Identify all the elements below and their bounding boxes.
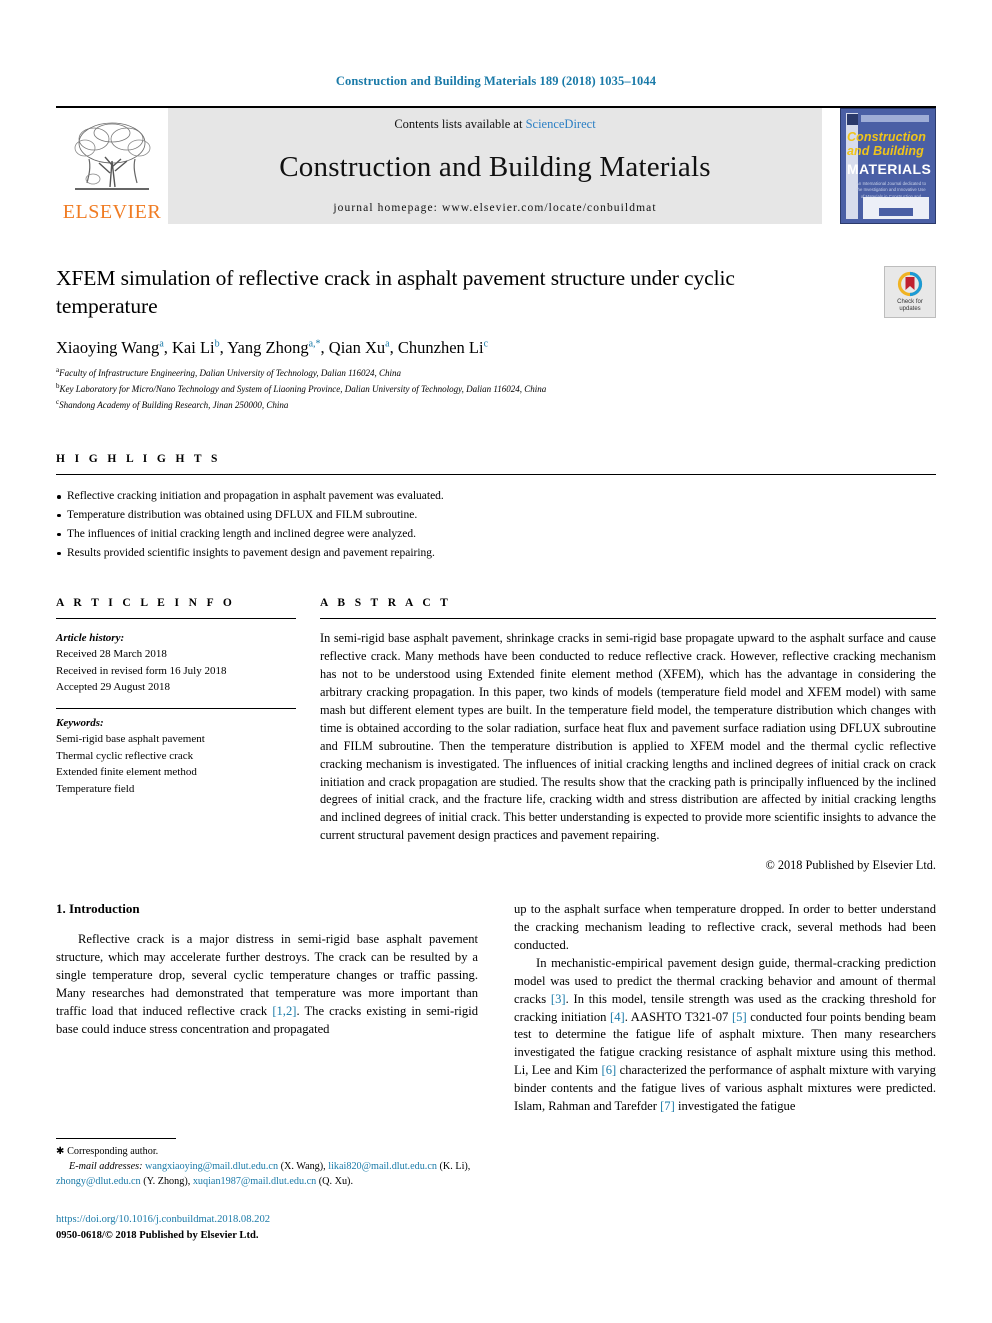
email-note: E-mail addresses: wangxiaoying@mail.dlut…	[56, 1160, 471, 1187]
divider	[56, 1138, 176, 1139]
paragraph: Reflective crack is a major distress in …	[56, 932, 479, 1036]
journal-title: Construction and Building Materials	[279, 150, 711, 183]
email-link[interactable]: wangxiaoying@mail.dlut.edu.cn	[145, 1161, 278, 1172]
page-title: XFEM simulation of reflective crack in a…	[56, 266, 735, 319]
cover-title-line3: MATERIALS	[847, 161, 932, 177]
citation-ref[interactable]: [1,2]	[272, 1004, 296, 1018]
elsevier-wordmark: ELSEVIER	[62, 201, 162, 223]
journal-homepage-link[interactable]: journal homepage: www.elsevier.com/locat…	[333, 202, 656, 214]
author-item[interactable]: Xiaoying Wanga	[56, 338, 164, 357]
keywords-block: Keywords: Semi-rigid base asphalt paveme…	[56, 707, 296, 798]
list-item: Results provided scientific insights to …	[56, 544, 936, 563]
highlights-section: H I G H L I G H T S Reflective cracking …	[56, 453, 936, 563]
doi-link[interactable]: https://doi.org/10.1016/j.conbuildmat.20…	[56, 1212, 476, 1228]
list-item: Reflective cracking initiation and propa…	[56, 487, 936, 506]
title-block: XFEM simulation of reflective crack in a…	[56, 264, 936, 413]
email-link[interactable]: zhongy@dlut.edu.cn	[56, 1176, 141, 1187]
citation-ref[interactable]: [5]	[732, 1010, 747, 1024]
footnote-block: ✱ Corresponding author. E-mail addresses…	[56, 1138, 476, 1244]
affiliation-list: aFaculty of Infrastructure Engineering, …	[56, 365, 936, 413]
keyword-item: Thermal cyclic reflective crack	[56, 749, 194, 762]
author-item[interactable]: Qian Xua	[329, 338, 390, 357]
body-column-left: 1. Introduction Reflective crack is a ma…	[56, 901, 478, 1116]
citation-ref[interactable]: [6]	[602, 1063, 617, 1077]
keyword-item: Temperature field	[56, 782, 135, 795]
paragraph: In mechanistic-empirical pavement design…	[514, 955, 937, 1113]
article-page: Construction and Building Materials 189 …	[0, 0, 992, 1323]
cover-publisher-logo-icon	[847, 114, 858, 125]
abstract-section: A B S T R A C T In semi-rigid base aspha…	[320, 597, 936, 873]
abstract-copyright: © 2018 Published by Elsevier Ltd.	[765, 858, 936, 873]
abstract-heading: A B S T R A C T	[320, 596, 452, 609]
cover-title-line1: Construction and Building	[847, 130, 926, 158]
body-column-right: up to the asphalt surface when temperatu…	[514, 901, 936, 1116]
highlights-heading: H I G H L I G H T S	[56, 453, 221, 465]
corresponding-author-note: ✱ Corresponding author.	[56, 1146, 159, 1157]
crossmark-icon	[897, 271, 923, 296]
body-columns: 1. Introduction Reflective crack is a ma…	[56, 901, 936, 1116]
citation-ref[interactable]: [3]	[551, 992, 566, 1006]
running-head: Construction and Building Materials 189 …	[335, 74, 657, 88]
email-link[interactable]: likai820@mail.dlut.edu.cn	[328, 1161, 437, 1172]
email-link[interactable]: xuqian1987@mail.dlut.edu.cn	[193, 1176, 316, 1187]
article-history: Article history: Received 28 March 2018 …	[56, 630, 296, 696]
email-label: E-mail addresses:	[69, 1160, 143, 1172]
affiliation-item: cShandong Academy of Building Research, …	[56, 398, 289, 411]
article-history-label: Article history:	[56, 631, 125, 644]
highlights-list: Reflective cracking initiation and propa…	[56, 487, 936, 563]
journal-band: Contents lists available at ScienceDirec…	[168, 108, 822, 224]
history-item: Received in revised form 16 July 2018	[56, 664, 227, 677]
contents-prefix: Contents lists available at	[394, 117, 526, 131]
list-item: Temperature distribution was obtained us…	[56, 506, 936, 525]
journal-masthead: ELSEVIER Contents lists available at Sci…	[56, 106, 936, 224]
info-abstract-row: A R T I C L E I N F O Article history: R…	[56, 597, 936, 873]
article-info-heading: A R T I C L E I N F O	[56, 596, 236, 609]
history-item: Accepted 29 August 2018	[56, 681, 170, 694]
crossmark-badge[interactable]: Check for updates	[884, 266, 936, 318]
affiliation-item: aFaculty of Infrastructure Engineering, …	[56, 366, 401, 379]
sciencedirect-link[interactable]: ScienceDirect	[526, 117, 596, 131]
keywords-label: Keywords:	[56, 716, 104, 729]
list-item: The influences of initial cracking lengt…	[56, 525, 936, 544]
paragraph: up to the asphalt surface when temperatu…	[514, 902, 936, 953]
abstract-text: In semi-rigid base asphalt pavement, shr…	[320, 630, 936, 843]
elsevier-tree-icon	[74, 122, 151, 190]
elsevier-logo: ELSEVIER	[56, 108, 168, 224]
keyword-item: Extended finite element method	[56, 766, 197, 779]
keyword-item: Semi-rigid base asphalt pavement	[56, 733, 205, 746]
journal-cover-thumbnail[interactable]: Construction and Building MATERIALS An I…	[840, 108, 936, 224]
author-item[interactable]: Chunzhen Lic	[398, 338, 488, 357]
affiliation-item: bKey Laboratory for Micro/Nano Technolog…	[56, 382, 547, 395]
article-info-section: A R T I C L E I N F O Article history: R…	[56, 597, 296, 873]
crossmark-label: Check for updates	[897, 298, 923, 313]
history-item: Received 28 March 2018	[56, 648, 167, 661]
divider	[56, 617, 296, 619]
doi-block: https://doi.org/10.1016/j.conbuildmat.20…	[56, 1212, 476, 1244]
divider	[320, 617, 936, 619]
divider	[56, 474, 936, 475]
corresponding-author-label: Corresponding author.	[67, 1146, 159, 1157]
divider	[56, 707, 296, 709]
author-item[interactable]: Kai Lib	[172, 338, 220, 357]
citation-ref[interactable]: [7]	[660, 1099, 675, 1113]
author-list: Xiaoying Wanga, Kai Lib, Yang Zhonga,*, …	[56, 337, 489, 357]
contents-available-line: Contents lists available at ScienceDirec…	[394, 117, 595, 132]
section-heading-introduction: 1. Introduction	[56, 901, 140, 917]
author-item[interactable]: Yang Zhonga,*	[227, 338, 320, 357]
issn-copyright: 0950-0618/© 2018 Published by Elsevier L…	[56, 1230, 259, 1242]
citation-ref[interactable]: [4]	[610, 1010, 625, 1024]
